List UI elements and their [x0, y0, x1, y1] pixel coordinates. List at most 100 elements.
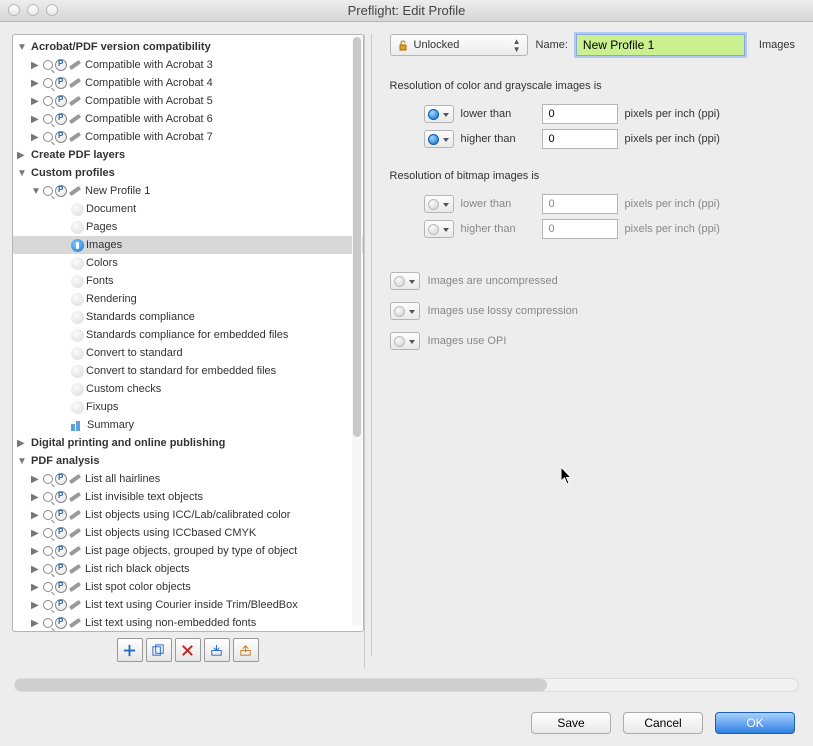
tree-item[interactable]: ▶Compatible with Acrobat 6	[13, 110, 363, 128]
disclosure-icon[interactable]: ▶	[31, 564, 41, 575]
zoom-icon[interactable]	[46, 4, 58, 16]
tree-item[interactable]: ▶List text using Courier inside Trim/Ble…	[13, 596, 363, 614]
tree-item[interactable]: Pages	[13, 218, 363, 236]
wrench-icon	[69, 473, 83, 485]
status-dropdown[interactable]	[424, 220, 454, 238]
add-button[interactable]	[117, 638, 143, 662]
disclosure-icon[interactable]: ▼	[17, 42, 27, 53]
tree-item[interactable]: ▼New Profile 1	[13, 182, 363, 200]
disclosure-icon[interactable]: ▼	[31, 186, 41, 197]
close-icon[interactable]	[8, 4, 20, 16]
tree-item[interactable]: Convert to standard for embedded files	[13, 362, 363, 380]
disclosure-icon[interactable]: ▶	[31, 474, 41, 485]
item-label: List text using non-embedded fonts	[85, 617, 256, 629]
status-dropdown[interactable]	[424, 105, 454, 123]
profile-tree: ▼Acrobat/PDF version compatibility▶Compa…	[12, 34, 364, 632]
ppi-label: pixels per inch (ppi)	[625, 223, 720, 235]
disclosure-icon[interactable]: ▶	[31, 600, 41, 611]
tree-item[interactable]: ▼Acrobat/PDF version compatibility	[13, 38, 363, 56]
tree-item[interactable]: ▶List rich black objects	[13, 560, 363, 578]
tree-item[interactable]: ▶List page objects, grouped by type of o…	[13, 542, 363, 560]
detail-panel: Unlocked ▲▼ Name: Images Resolution of c…	[372, 22, 813, 668]
item-icons	[43, 59, 83, 71]
profile-name-input[interactable]	[576, 34, 745, 56]
tree-item[interactable]: Colors	[13, 254, 363, 272]
item-label: Document	[86, 203, 136, 215]
lower-label: lower than	[461, 108, 535, 120]
disclosure-icon[interactable]: ▶	[31, 618, 41, 629]
tree-item[interactable]: Custom checks	[13, 380, 363, 398]
disclosure-icon[interactable]: ▶	[31, 114, 41, 125]
disclosure-icon[interactable]: ▶	[31, 78, 41, 89]
higher-label: higher than	[461, 223, 535, 235]
tree-item[interactable]: ▶Digital printing and online publishing	[13, 434, 363, 452]
preflight-icon	[55, 131, 67, 143]
bitmap-higher-input[interactable]	[542, 219, 618, 239]
tree-item[interactable]: ▶List invisible text objects	[13, 488, 363, 506]
item-icons	[71, 347, 84, 360]
category-icon	[71, 293, 84, 306]
disclosure-icon[interactable]: ▶	[31, 60, 41, 71]
disclosure-icon[interactable]: ▶	[31, 546, 41, 557]
disclosure-icon[interactable]: ▶	[31, 96, 41, 107]
tree-item[interactable]: ▼PDF analysis	[13, 452, 363, 470]
disclosure-icon[interactable]: ▶	[31, 492, 41, 503]
tree-item[interactable]: Standards compliance	[13, 308, 363, 326]
lock-dropdown[interactable]: Unlocked ▲▼	[390, 34, 528, 56]
disclosure-icon[interactable]: ▶	[31, 510, 41, 521]
status-dropdown[interactable]	[424, 130, 454, 148]
disclosure-icon[interactable]: ▶	[17, 438, 27, 449]
tree-item[interactable]: Convert to standard	[13, 344, 363, 362]
status-dropdown[interactable]	[390, 302, 420, 320]
duplicate-button[interactable]	[146, 638, 172, 662]
delete-button[interactable]	[175, 638, 201, 662]
tree-item[interactable]: ▼Custom profiles	[13, 164, 363, 182]
tree-item[interactable]: ▶List objects using ICC/Lab/calibrated c…	[13, 506, 363, 524]
tree-item[interactable]: ▶Create PDF layers	[13, 146, 363, 164]
disclosure-icon[interactable]: ▶	[31, 528, 41, 539]
tree-item[interactable]: ▶List spot color objects	[13, 578, 363, 596]
minimize-icon[interactable]	[27, 4, 39, 16]
color-higher-input[interactable]	[542, 129, 618, 149]
sidebar: ▼Acrobat/PDF version compatibility▶Compa…	[12, 34, 365, 668]
tree-item[interactable]: ▶Compatible with Acrobat 5	[13, 92, 363, 110]
tree-item[interactable]: ▶Compatible with Acrobat 4	[13, 74, 363, 92]
status-dropdown[interactable]	[390, 272, 420, 290]
horizontal-scrollbar[interactable]	[14, 678, 799, 692]
bitmap-lower-input[interactable]	[542, 194, 618, 214]
export-button[interactable]	[233, 638, 259, 662]
import-button[interactable]	[204, 638, 230, 662]
tree-item[interactable]: Standards compliance for embedded files	[13, 326, 363, 344]
disclosure-icon[interactable]: ▶	[31, 582, 41, 593]
magnifier-icon	[43, 618, 53, 628]
tree-item[interactable]: Rendering	[13, 290, 363, 308]
tree-item[interactable]: Fixups	[13, 398, 363, 416]
disclosure-icon[interactable]: ▼	[17, 456, 27, 467]
tree-item[interactable]: Fonts	[13, 272, 363, 290]
status-dropdown[interactable]	[390, 332, 420, 350]
item-icons	[71, 239, 84, 252]
tree-scrollbar[interactable]	[352, 36, 362, 626]
tree-item[interactable]: ▶ Compatible with Acrobat 7	[13, 128, 363, 146]
preflight-icon	[55, 581, 67, 593]
disclosure-icon[interactable]: ▶	[17, 150, 27, 161]
disclosure-icon[interactable]: ▶	[31, 132, 41, 143]
item-icons	[43, 473, 83, 485]
tree-item[interactable]: ▶List all hairlines	[13, 470, 363, 488]
tree-item[interactable]: Images	[13, 236, 363, 254]
color-lower-input[interactable]	[542, 104, 618, 124]
disclosure-icon[interactable]: ▼	[17, 168, 27, 179]
magnifier-icon	[43, 600, 53, 610]
wrench-icon	[69, 617, 83, 629]
tree-item[interactable]: Summary	[13, 416, 363, 434]
status-dropdown[interactable]	[424, 195, 454, 213]
item-label: Compatible with Acrobat 7	[85, 131, 213, 143]
tree-item[interactable]: ▶List objects using ICCbased CMYK	[13, 524, 363, 542]
item-icons	[71, 275, 84, 288]
tree-item[interactable]: ▶Compatible with Acrobat 3	[13, 56, 363, 74]
ok-button[interactable]: OK	[715, 712, 795, 734]
save-button[interactable]: Save	[531, 712, 611, 734]
tree-item[interactable]: ▶ List text using non-embedded fonts	[13, 614, 363, 631]
tree-item[interactable]: Document	[13, 200, 363, 218]
cancel-button[interactable]: Cancel	[623, 712, 703, 734]
